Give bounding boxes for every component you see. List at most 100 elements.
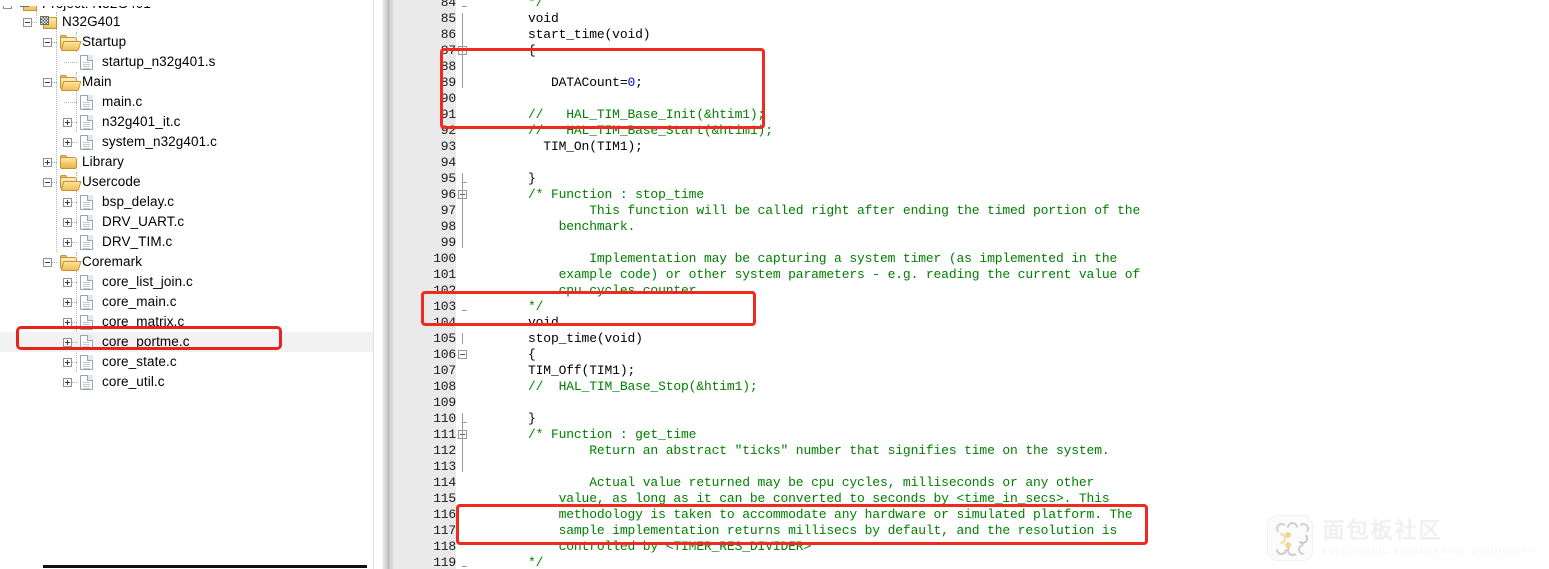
tree-item-library[interactable]: Library [0,152,373,172]
fold-end-marker [462,310,467,311]
file-icon [80,115,93,130]
file-icon [80,275,93,290]
code-line[interactable]: TIM_Off(TIM1); [528,363,635,379]
folder-open-icon [60,175,77,189]
watermark-arc-glyph [1296,541,1312,558]
tree-item-drv-uart-c[interactable]: DRV_UART.c [0,212,373,232]
code-line[interactable]: This function will be called right after… [528,203,1140,219]
tree-guide-connector [64,62,77,63]
code-line[interactable]: // HAL_TIM_Base_Init(&htim1); [528,107,765,123]
tree-item-startup[interactable]: Startup [0,32,373,52]
watermark-text: 面包板社区 ELECTRONIC ENGINEERING COMMUNITY [1322,518,1535,556]
code-line[interactable]: sample implementation returns millisecs … [528,523,1118,539]
file-icon [80,95,93,110]
tree-item-bsp-delay-c[interactable]: bsp_delay.c [0,192,373,212]
code-line[interactable]: /* Function : stop_time [528,187,704,203]
ide-window: Project: N32G401 N32G401 Startup startup_n3… [0,0,1549,569]
code-line[interactable]: */ [528,0,543,11]
expand-icon[interactable] [63,238,72,247]
code-line[interactable]: } [528,171,536,187]
code-line[interactable]: TIM_On(TIM1); [528,139,643,155]
tree-item-label: Startup [82,34,127,49]
code-line[interactable]: { [528,347,536,363]
code-line[interactable]: { [528,43,536,59]
watermark-cn-text: 面包板社区 [1322,518,1443,544]
collapse-icon[interactable] [43,38,52,47]
code-line[interactable]: */ [528,555,543,569]
tree-item-main-c[interactable]: main.c [0,92,373,112]
expand-icon[interactable] [63,118,72,127]
code-line[interactable]: benchmark. [528,219,636,235]
code-line[interactable]: stop_time(void) [528,331,643,347]
collapse-icon[interactable] [43,78,52,87]
code-line[interactable]: // HAL_TIM_Base_Start(&htim1); [528,123,773,139]
code-line[interactable]: } [528,411,536,427]
tree-item-startup-n32g401-s[interactable]: startup_n32g401.s [0,52,373,72]
file-icon [80,215,93,230]
expand-icon[interactable] [63,138,72,147]
fold-guide-line [462,173,463,248]
expand-icon[interactable] [63,278,72,287]
tree-item-label: n32g401_it.c [102,114,181,129]
code-line[interactable]: value, as long as it can be converted to… [528,491,1110,507]
expand-icon[interactable] [63,378,72,387]
code-line[interactable]: void [528,11,559,27]
tree-item-core-main-c[interactable]: core_main.c [0,292,373,312]
tree-item-usercode[interactable]: Usercode [0,172,373,192]
tree-item-label: N32G401 [62,14,121,29]
tree-item-n32g401[interactable]: N32G401 [0,12,373,32]
code-line[interactable]: controlled by <TIMER_RES_DIVIDER> [528,539,812,555]
tree-item-label: core_state.c [102,354,177,369]
tree-item-label: Usercode [82,174,141,189]
collapse-icon[interactable] [23,18,32,27]
collapse-icon[interactable] [43,258,52,267]
code-line[interactable]: example code) or other system parameters… [528,267,1141,283]
code-line[interactable]: start_time(void) [528,27,651,43]
expand-icon[interactable] [63,298,72,307]
folder-open-icon [60,255,77,269]
collapse-icon[interactable] [43,178,52,187]
fold-collapse-icon[interactable] [458,350,467,359]
watermark-dot-glyph [1285,532,1292,538]
tree-item-label: core_list_join.c [102,274,193,289]
code-line[interactable]: /* Function : get_time [528,427,696,443]
tree-item-coremark[interactable]: Coremark [0,252,373,272]
tree-item-label: DRV_UART.c [102,214,185,229]
tree-item-main[interactable]: Main [0,72,373,92]
folder-icon [60,155,77,169]
code-editor-pane[interactable]: 84 85 86 87 88 89 90 91 92 93 94 95 96 97 98 99 100 101 10… [388,0,1549,569]
tree-item-core-util-c[interactable]: core_util.c [0,372,373,392]
expand-icon[interactable] [63,218,72,227]
pane-splitter[interactable] [373,0,388,569]
code-line[interactable]: DATACount=0; [528,75,643,91]
tree-horizontal-scrollbar[interactable] [0,556,373,569]
file-icon [80,135,93,150]
watermark-en-text: ELECTRONIC ENGINEERING COMMUNITY [1322,546,1535,556]
file-icon [80,355,93,370]
tree-item-core-list-join-c[interactable]: core_list_join.c [0,272,373,292]
fold-guide-line [462,413,463,472]
tree-item-label: Coremark [82,254,143,269]
code-line[interactable]: Implementation may be capturing a system… [528,251,1117,267]
fold-guide-line [462,13,463,88]
tree-item-label: system_n32g401.c [102,134,217,149]
code-line[interactable]: */ [528,299,543,315]
project-tree[interactable]: Project: N32G401 N32G401 Startup startup_n3… [0,0,373,556]
tree-item-drv-tim-c[interactable]: DRV_TIM.c [0,232,373,252]
code-line[interactable]: void [528,315,559,331]
code-text-surface[interactable]: */void start_time(void){ DATACount=0;// H… [456,0,1549,569]
code-line[interactable]: Return an abstract "ticks" number that s… [528,443,1109,459]
expand-icon[interactable] [63,358,72,367]
tree-item-core-state-c[interactable]: core_state.c [0,352,373,372]
tree-item-label: Main [82,74,112,89]
expand-icon[interactable] [43,158,52,167]
code-line[interactable]: methodology is taken to accommodate any … [528,507,1133,523]
collapse-icon[interactable] [3,0,12,9]
expand-icon[interactable] [63,198,72,207]
code-line[interactable]: cpu cycles counter. [528,283,705,299]
code-line[interactable]: Actual value returned may be cpu cycles,… [528,475,1094,491]
tree-item-system-n32g401-c[interactable]: system_n32g401.c [0,132,373,152]
code-line[interactable]: // HAL_TIM_Base_Stop(&htim1); [528,379,758,395]
tree-item-n32g401-it-c[interactable]: n32g401_it.c [0,112,373,132]
tree-horizontal-scrollbar-thumb[interactable] [43,565,367,568]
